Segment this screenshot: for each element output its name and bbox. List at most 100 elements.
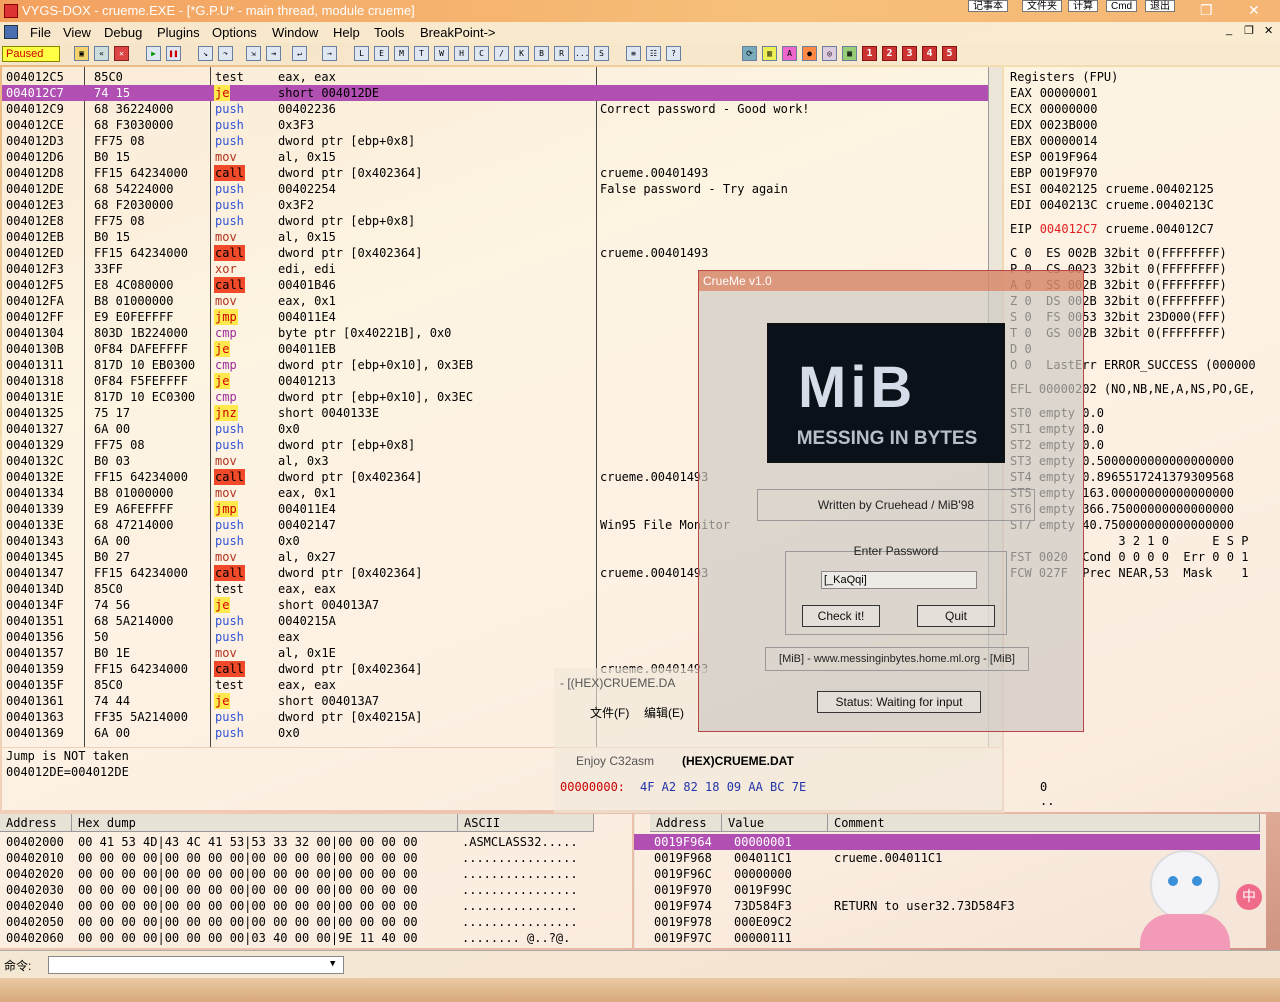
dump-header-address[interactable]: Address	[0, 814, 72, 832]
notepad-button[interactable]: 记事本	[968, 0, 1008, 12]
menu-help[interactable]: Help	[333, 25, 360, 40]
command-dropdown-icon[interactable]: ▼	[330, 959, 335, 969]
goto-icon[interactable]: →	[322, 46, 337, 61]
run-icon[interactable]: ▶	[146, 46, 161, 61]
close-window-icon[interactable]: ✕	[1248, 2, 1260, 19]
quit-button[interactable]: Quit	[917, 605, 995, 627]
register-edx[interactable]: EDX 0023B000	[1010, 117, 1113, 133]
plugin1-icon[interactable]: ▥	[762, 46, 777, 61]
folder-button[interactable]: 文件夹	[1022, 0, 1062, 12]
disasm-row[interactable]: 004012C9 68 36224000 push 00402236 Correct p…	[2, 101, 988, 117]
stack-address: 0019F968	[654, 851, 712, 865]
check-button[interactable]: Check it!	[802, 605, 880, 627]
disasm-row[interactable]: 004012D3 FF75 08 push dword ptr [ebp+0x8]	[2, 133, 988, 149]
run-trace-button[interactable]: ...	[574, 46, 589, 61]
disasm-row[interactable]: 004012E8 FF75 08 push dword ptr [ebp+0x8]	[2, 213, 988, 229]
log-button[interactable]: L	[354, 46, 369, 61]
references-button[interactable]: R	[554, 46, 569, 61]
register-esp[interactable]: ESP 0019F964	[1010, 149, 1113, 165]
menu-breakpoint[interactable]: BreakPoint->	[420, 25, 496, 40]
cmd-button[interactable]: Cmd	[1106, 0, 1138, 12]
register-ebp[interactable]: EBP 0019F970	[1010, 165, 1113, 181]
handles-button[interactable]: H	[454, 46, 469, 61]
disasm-row[interactable]: 004012ED FF15 64234000 call dword ptr [0x40…	[2, 245, 988, 261]
help-icon[interactable]: ?	[666, 46, 681, 61]
hex-bytes[interactable]: 4F A2 82 18 09 AA BC 7E	[640, 780, 806, 794]
register-ebx[interactable]: EBX 00000014	[1010, 133, 1113, 149]
dump-header-hex[interactable]: Hex dump	[72, 814, 458, 832]
threads-button[interactable]: T	[414, 46, 429, 61]
cpu-button[interactable]: C	[474, 46, 489, 61]
mdi-close-icon[interactable]: ✕	[1264, 24, 1273, 37]
plugin-3-button[interactable]: 3	[902, 46, 917, 61]
c32asm-tab-enjoy[interactable]: Enjoy C32asm	[576, 754, 654, 768]
crueme-dialog[interactable]: CrueMe v1.0 MiB MESSING IN BYTES Written…	[698, 270, 1084, 732]
flag-row[interactable]: C 0 ES 002B 32bit 0(FFFFFFFF)	[1010, 245, 1227, 261]
breakpoints-button[interactable]: B	[534, 46, 549, 61]
register-edi[interactable]: EDI 0040213C crueme.0040213C	[1010, 197, 1222, 213]
plugin-2-button[interactable]: 2	[882, 46, 897, 61]
dump-header-ascii[interactable]: ASCII	[458, 814, 594, 832]
menu-debug[interactable]: Debug	[104, 25, 142, 40]
mdi-minimize-icon[interactable]: _	[1226, 24, 1232, 36]
plugin5-icon[interactable]: ▦	[842, 46, 857, 61]
options-icon[interactable]: ☷	[646, 46, 661, 61]
menu-options[interactable]: Options	[212, 25, 257, 40]
execute-till-return-icon[interactable]: ↵	[292, 46, 307, 61]
step-into-icon[interactable]: ↘	[198, 46, 213, 61]
disasm-row[interactable]: 004012D6 B0 15 mov al, 0x15	[2, 149, 988, 165]
stack-header-value[interactable]: Value	[722, 814, 828, 832]
disasm-row[interactable]: 004012DE 68 54224000 push 00402254 False pas…	[2, 181, 988, 197]
callstack-button[interactable]: K	[514, 46, 529, 61]
memory-button[interactable]: M	[394, 46, 409, 61]
c32asm-tab-hex[interactable]: (HEX)CRUEME.DAT	[682, 754, 794, 768]
open-icon[interactable]: ▣	[74, 46, 89, 61]
source-button[interactable]: S	[594, 46, 609, 61]
windows-button[interactable]: W	[434, 46, 449, 61]
menu-view[interactable]: View	[63, 25, 91, 40]
register-eax[interactable]: EAX 00000001	[1010, 85, 1113, 101]
plugin-5-button[interactable]: 5	[942, 46, 957, 61]
c32asm-menu-edit[interactable]: 编辑(E)	[644, 704, 684, 721]
c32asm-menu-file[interactable]: 文件(F)	[590, 704, 629, 721]
plugin4-icon[interactable]: ◎	[822, 46, 837, 61]
plugin-4-button[interactable]: 4	[922, 46, 937, 61]
disasm-row[interactable]: 004012CE 68 F3030000 push 0x3F3	[2, 117, 988, 133]
password-field[interactable]	[821, 571, 977, 589]
menu-tools[interactable]: Tools	[374, 25, 404, 40]
stack-header-comment[interactable]: Comment	[828, 814, 1260, 832]
menu-file[interactable]: File	[30, 25, 51, 40]
disasm-row[interactable]: 004012EB B0 15 mov al, 0x15	[2, 229, 988, 245]
disasm-address: 004012F3	[6, 262, 64, 276]
restart-icon[interactable]: «	[94, 46, 109, 61]
disasm-row[interactable]: 004012E3 68 F2030000 push 0x3F2	[2, 197, 988, 213]
trace-over-icon[interactable]: ⇥	[266, 46, 281, 61]
pause-icon[interactable]: ❚❚	[166, 46, 181, 61]
list-icon[interactable]: ≡	[626, 46, 641, 61]
close-icon[interactable]: ✕	[114, 46, 129, 61]
refresh-icon[interactable]: ⟳	[742, 46, 757, 61]
disasm-row[interactable]: 004012C7 74 15 je short 004012DE	[2, 85, 988, 101]
plugin3-icon[interactable]: ●	[802, 46, 817, 61]
menu-window[interactable]: Window	[272, 25, 318, 40]
dump-pane[interactable]: Address Hex dump ASCII 00402000 00 41 53 …	[0, 814, 635, 948]
disasm-row[interactable]: 004012D8 FF15 64234000 call dword ptr [0x40…	[2, 165, 988, 181]
step-over-icon[interactable]: ↷	[218, 46, 233, 61]
executables-button[interactable]: E	[374, 46, 389, 61]
register-value: 0023B000	[1039, 118, 1098, 132]
register-esi[interactable]: ESI 00402125 crueme.00402125	[1010, 181, 1222, 197]
menu-plugins[interactable]: Plugins	[157, 25, 200, 40]
patches-button[interactable]: /	[494, 46, 509, 61]
restore-icon[interactable]: ❐	[1200, 2, 1213, 19]
trace-into-icon[interactable]: ⇲	[246, 46, 261, 61]
mdi-restore-icon[interactable]: ❐	[1244, 24, 1254, 37]
plugin2-icon[interactable]: A	[782, 46, 797, 61]
exit-button[interactable]: 退出	[1145, 0, 1175, 12]
register-ecx[interactable]: ECX 00000000	[1010, 101, 1113, 117]
command-input[interactable]	[48, 956, 344, 974]
calc-button[interactable]: 计算	[1068, 0, 1098, 12]
disasm-row[interactable]: 004012C5 85C0 test eax, eax	[2, 69, 988, 85]
stack-header-address[interactable]: Address	[650, 814, 722, 832]
register-eip[interactable]: EIP 004012C7 crueme.004012C7	[1010, 221, 1222, 237]
plugin-1-button[interactable]: 1	[862, 46, 877, 61]
